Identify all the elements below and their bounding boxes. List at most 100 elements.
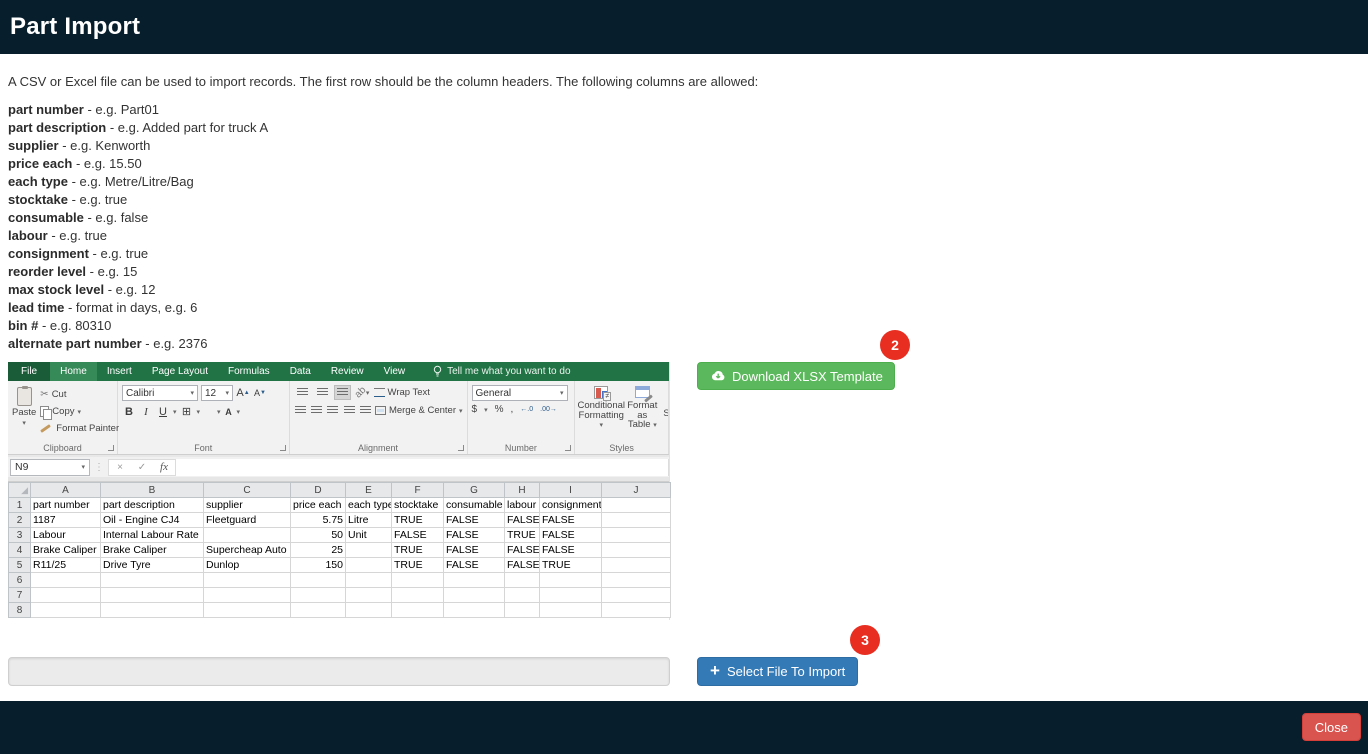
grid-cell: FALSE bbox=[540, 513, 602, 528]
grid-cell: Brake Caliper bbox=[101, 543, 204, 558]
styles-group-label: Styles bbox=[575, 443, 668, 453]
grid-cell: TRUE bbox=[392, 543, 444, 558]
ribbon-group-clipboard: Paste ▾ ✂Cut Copy ▾ Format Painter Clipb… bbox=[8, 381, 118, 454]
grid-row: 21187Oil - Engine CJ4Fleetguard5.75Litre… bbox=[9, 513, 671, 528]
merge-center-icon bbox=[375, 406, 386, 415]
column-spec: consignment - e.g. true bbox=[8, 245, 268, 263]
column-spec: reorder level - e.g. 15 bbox=[8, 263, 268, 281]
grid-cell bbox=[392, 588, 444, 603]
grid-cell: Unit bbox=[346, 528, 392, 543]
paste-button: Paste ▾ bbox=[12, 385, 36, 441]
grid-cell: FALSE bbox=[444, 528, 505, 543]
grid-cell: Fleetguard bbox=[204, 513, 291, 528]
format-as-table-icon bbox=[635, 386, 650, 398]
insert-function-icon: fx bbox=[153, 461, 175, 473]
bottom-align-icon bbox=[334, 385, 351, 400]
grid-cell bbox=[540, 603, 602, 618]
grid-cell: consignment bbox=[540, 498, 602, 513]
grid-cell: 1187 bbox=[31, 513, 101, 528]
grid-row-header: 5 bbox=[9, 558, 31, 573]
merge-center-label: Merge & Center bbox=[389, 405, 456, 416]
format-painter-label: Format Painter bbox=[56, 423, 119, 434]
grid-row: 4Brake CaliperBrake CaliperSupercheap Au… bbox=[9, 543, 671, 558]
download-xlsx-template-button[interactable]: Download XLSX Template bbox=[697, 362, 895, 390]
column-name: labour bbox=[8, 228, 48, 243]
wrap-text-label: Wrap Text bbox=[388, 387, 430, 398]
column-spec: lead time - format in days, e.g. 6 bbox=[8, 299, 268, 317]
column-example: - e.g. Metre/Litre/Bag bbox=[68, 174, 194, 189]
grid-row: 6 bbox=[9, 573, 671, 588]
copy-icon bbox=[40, 406, 49, 417]
grid-col-header-J: J bbox=[602, 483, 671, 498]
clipboard-icon bbox=[17, 387, 32, 406]
grid-cell: FALSE bbox=[505, 513, 540, 528]
tell-me-box: Tell me what you want to do bbox=[433, 362, 570, 381]
clipboard-small-buttons: ✂Cut Copy ▾ Format Painter bbox=[40, 385, 119, 441]
download-button-label: Download XLSX Template bbox=[732, 369, 883, 384]
grid-cell: Litre bbox=[346, 513, 392, 528]
dialog-launcher-icon bbox=[565, 445, 571, 451]
align-center-icon bbox=[310, 403, 323, 418]
grid-cell bbox=[602, 573, 671, 588]
grid-col-header-I: I bbox=[540, 483, 602, 498]
select-all-corner: ◢ bbox=[9, 483, 31, 498]
grid-row-header: 3 bbox=[9, 528, 31, 543]
grid-cell: Supercheap Auto bbox=[204, 543, 291, 558]
font-size-value: 12 bbox=[205, 388, 216, 399]
column-example: - e.g. 15 bbox=[86, 264, 137, 279]
chevron-down-icon: ▾ bbox=[81, 463, 85, 471]
column-name: bin # bbox=[8, 318, 38, 333]
grid-cell: labour bbox=[505, 498, 540, 513]
grid-cell bbox=[346, 588, 392, 603]
chevron-down-icon: ▾ bbox=[197, 408, 201, 416]
chevron-down-icon: ▾ bbox=[225, 389, 229, 397]
column-name: lead time bbox=[8, 300, 64, 315]
ribbon-group-styles: ≠ Conditional Formatting ▾ Format as Tab… bbox=[575, 381, 669, 454]
brush-icon bbox=[40, 424, 51, 433]
grid-row: 7 bbox=[9, 588, 671, 603]
grid-cell bbox=[291, 573, 346, 588]
grid-row: 5R11/25Drive TyreDunlop150TRUEFALSEFALSE… bbox=[9, 558, 671, 573]
chevron-down-icon: ▾ bbox=[190, 389, 194, 397]
column-spec: part description - e.g. Added part for t… bbox=[8, 119, 268, 137]
column-name: stocktake bbox=[8, 192, 68, 207]
cancel-entry-icon: × bbox=[109, 462, 131, 473]
grid-cell bbox=[602, 543, 671, 558]
column-spec: part number - e.g. Part01 bbox=[8, 101, 268, 119]
column-example: - e.g. true bbox=[89, 246, 148, 261]
excel-tab-formulas: Formulas bbox=[218, 362, 280, 381]
column-example: - e.g. Added part for truck A bbox=[106, 120, 268, 135]
grid-col-header-E: E bbox=[346, 483, 392, 498]
grid-cell bbox=[101, 588, 204, 603]
grid-cell bbox=[204, 588, 291, 603]
decrease-decimal-icon: .00→ bbox=[540, 406, 557, 413]
grid-row-header: 4 bbox=[9, 543, 31, 558]
wrap-text-button: Wrap Text bbox=[374, 387, 430, 398]
align-right-icon bbox=[326, 403, 339, 418]
middle-align-icon bbox=[314, 385, 331, 400]
column-spec: alternate part number - e.g. 2376 bbox=[8, 335, 268, 353]
ribbon-group-number: General▾ $▾ % , ←.0 .00→ Number bbox=[468, 381, 576, 454]
ribbon-group-alignment: ab▾ Wrap Text Merge & Center ▾ Alignment bbox=[290, 381, 468, 454]
column-spec: price each - e.g. 15.50 bbox=[8, 155, 268, 173]
grid-cell bbox=[346, 558, 392, 573]
close-button[interactable]: Close bbox=[1302, 713, 1361, 741]
spreadsheet-table: ◢ABCDEFGHIJ1part numberpart descriptions… bbox=[8, 482, 671, 618]
select-file-to-import-button[interactable]: + Select File To Import bbox=[697, 657, 858, 686]
clipboard-group-label: Clipboard bbox=[8, 443, 117, 453]
grid-cell: stocktake bbox=[392, 498, 444, 513]
column-name: each type bbox=[8, 174, 68, 189]
dialog-launcher-icon bbox=[108, 445, 114, 451]
column-example: - format in days, e.g. 6 bbox=[64, 300, 197, 315]
grid-cell bbox=[602, 528, 671, 543]
grid-cell: supplier bbox=[204, 498, 291, 513]
column-example: - e.g. 80310 bbox=[38, 318, 111, 333]
ribbon-group-font: Calibri▾ 12▾ A▲ A▼ B I U ▾ ⊞ ▾ ▾ A ▾ bbox=[118, 381, 290, 454]
grid-row: 1part numberpart descriptionsupplierpric… bbox=[9, 498, 671, 513]
grid-cell: each type bbox=[346, 498, 392, 513]
tell-me-label: Tell me what you want to do bbox=[447, 366, 570, 377]
font-family-select: Calibri▾ bbox=[122, 385, 198, 401]
column-name: reorder level bbox=[8, 264, 86, 279]
column-spec: labour - e.g. true bbox=[8, 227, 268, 245]
name-box-value: N9 bbox=[15, 461, 28, 473]
